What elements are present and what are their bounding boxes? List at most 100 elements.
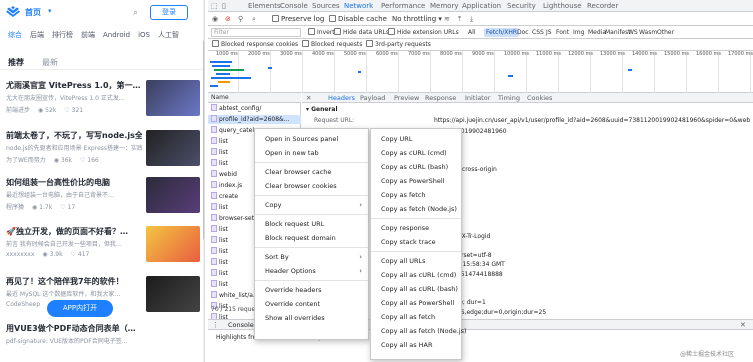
article-card[interactable]: 前端太卷了，不玩了，写写node.js全栈涨工资，赶… node.js的先驱者和应… xyxy=(6,130,202,180)
menu2-item[interactable]: Copy as cURL (bash) xyxy=(371,160,461,174)
request-row[interactable]: profile_id?aid=2608&... xyxy=(208,115,301,124)
filter-type-doc[interactable]: Doc xyxy=(515,28,531,37)
article-thumbnail[interactable] xyxy=(146,130,200,166)
category-tab[interactable]: 排行榜 xyxy=(52,30,73,40)
menu1-item[interactable]: Sort By xyxy=(255,250,368,264)
menu2-item[interactable]: Copy all as fetch xyxy=(371,310,461,324)
tab-initiator[interactable]: Initiator xyxy=(465,94,490,102)
category-tab[interactable]: 前端 xyxy=(81,30,95,40)
category-tab[interactable]: 人工智 xyxy=(158,30,179,40)
menu1-item[interactable]: Block request domain xyxy=(255,231,368,245)
article-thumbnail[interactable] xyxy=(146,80,200,116)
article-thumbnail[interactable] xyxy=(146,276,200,312)
menu1-item[interactable]: Override content xyxy=(255,297,368,311)
third-party-checkbox[interactable]: 3rd-party requests xyxy=(366,40,431,48)
wifi-icon[interactable]: ≋ xyxy=(444,15,450,23)
menu1-item[interactable]: Clear browser cookies xyxy=(255,179,368,193)
tab-performance[interactable]: Performance xyxy=(381,2,425,10)
menu2-item[interactable]: Copy all as PowerShell xyxy=(371,296,461,310)
menu1-item[interactable]: Copy xyxy=(255,198,368,212)
author-name[interactable]: xxxxxxxx xyxy=(6,251,34,258)
article-title[interactable]: 再见了！这个陪伴我7年的软件！ xyxy=(6,276,142,287)
checkbox[interactable] xyxy=(272,15,279,22)
blocked-cookies-checkbox[interactable]: Blocked response cookies xyxy=(212,40,298,48)
throttling-select[interactable]: No throttling ▾ xyxy=(392,15,442,23)
article-title[interactable]: 用VUE3做个PDF动态合同表单（… xyxy=(6,323,142,334)
filter-type-other[interactable]: Other xyxy=(655,28,676,37)
tab-cookies[interactable]: Cookies xyxy=(527,94,552,102)
filter-type-font[interactable]: Font xyxy=(554,28,571,37)
checkbox[interactable] xyxy=(302,40,309,47)
menu2-item[interactable]: Copy as PowerShell xyxy=(371,174,461,188)
category-tab[interactable]: 综合 xyxy=(8,30,22,40)
author-name[interactable]: 为了WE而努力 xyxy=(6,157,46,164)
request-row[interactable]: abtest_config/ xyxy=(208,104,301,113)
close-icon[interactable]: ✕ xyxy=(306,94,311,102)
checkbox[interactable] xyxy=(212,40,219,47)
menu1-item[interactable]: Open in Sources panel xyxy=(255,132,368,146)
tab-lighthouse[interactable]: Lighthouse xyxy=(543,2,582,10)
tab-response[interactable]: Response xyxy=(425,94,456,102)
clear-icon[interactable]: ⊘ xyxy=(225,15,231,23)
filter-input[interactable]: Filter xyxy=(211,28,301,37)
menu1-item[interactable]: Open in new tab xyxy=(255,146,368,160)
record-icon[interactable]: ◉ xyxy=(212,15,218,23)
like-icon[interactable]: ♡ xyxy=(60,204,67,211)
menu1-item[interactable]: Block request URL xyxy=(255,217,368,231)
article-title[interactable]: 🚀独立开发，做的页面不好看？… xyxy=(6,226,142,237)
author-name[interactable]: 程序猿 xyxy=(6,204,24,211)
tab-security[interactable]: Security xyxy=(507,2,536,10)
export-icon[interactable]: ⤓ xyxy=(470,15,473,24)
column-header-name[interactable]: Name xyxy=(208,93,301,103)
menu2-item[interactable]: Copy all as cURL (bash) xyxy=(371,282,461,296)
menu2-item[interactable]: Copy as fetch xyxy=(371,188,461,202)
tab-headers[interactable]: Headers xyxy=(328,94,355,102)
blocked-requests-checkbox[interactable]: Blocked requests xyxy=(302,40,362,48)
author-name[interactable]: 前端进步 xyxy=(6,107,30,114)
author-name[interactable]: CodeSheep xyxy=(6,301,40,308)
like-icon[interactable]: ♡ xyxy=(64,107,71,114)
import-icon[interactable]: ⤒ xyxy=(458,15,461,24)
menu2-item[interactable]: Copy all as HAR xyxy=(371,338,461,352)
disable-cache-checkbox[interactable]: Disable cache xyxy=(329,15,387,23)
tab-payload[interactable]: Payload xyxy=(360,94,385,102)
menu2-item[interactable]: Copy all URLs xyxy=(371,254,461,268)
article-title[interactable]: 尤雨溪官宣 VitePress 1.0，第一… xyxy=(6,80,142,91)
tab-console[interactable]: Console xyxy=(280,2,308,10)
tab-sources[interactable]: Sources xyxy=(312,2,340,10)
filter-icon[interactable]: ⚲ xyxy=(238,15,243,23)
general-section[interactable]: ▾ General xyxy=(306,106,338,113)
category-tab[interactable]: iOS xyxy=(138,31,150,39)
menu2-item[interactable]: Copy URL xyxy=(371,132,461,146)
chevron-down-icon[interactable]: ▾ xyxy=(48,7,52,15)
tab-latest[interactable]: 最新 xyxy=(42,57,58,68)
inspect-icon[interactable]: ⬚ xyxy=(211,2,218,10)
like-icon[interactable]: ♡ xyxy=(71,251,78,258)
article-thumbnail[interactable] xyxy=(146,226,200,262)
tab-application[interactable]: Application xyxy=(462,2,501,10)
invert-checkbox[interactable]: Invert xyxy=(308,28,335,36)
page-scrollbar-thumb[interactable] xyxy=(203,40,204,240)
filter-type-img[interactable]: Img xyxy=(571,28,586,37)
drawer-menu-icon[interactable]: ⋮ xyxy=(212,321,219,329)
menu2-item[interactable]: Copy stack trace xyxy=(371,235,461,249)
menu2-item[interactable]: Copy all as cURL (cmd) xyxy=(371,268,461,282)
search-icon[interactable]: ⌕ xyxy=(133,8,138,18)
juejin-logo-icon[interactable] xyxy=(6,6,20,18)
tab-recorder[interactable]: Recorder xyxy=(587,2,618,10)
preserve-log-checkbox[interactable]: Preserve log xyxy=(272,15,324,23)
menu2-item[interactable]: Copy response xyxy=(371,221,461,235)
tab-memory[interactable]: Memory xyxy=(430,2,458,10)
article-card[interactable]: 如何组装一台高性价比的电脑 最近想组装一台电脑，由于自己背景不… 程序猿 ◉ 1.7k… xyxy=(6,177,202,227)
menu2-item[interactable]: Copy all as fetch (Node.js) xyxy=(371,324,467,338)
menu1-item[interactable]: Header Options xyxy=(255,264,368,278)
category-tab[interactable]: 后端 xyxy=(30,30,44,40)
filter-type-fetch-xhr[interactable]: Fetch/XHR xyxy=(484,28,520,37)
filter-type-js[interactable]: JS xyxy=(544,28,554,37)
open-in-app-button[interactable]: APP内打开 xyxy=(47,300,113,317)
device-toolbar-icon[interactable]: ▯ xyxy=(222,2,226,10)
menu2-item[interactable]: Copy as cURL (cmd) xyxy=(371,146,461,160)
tab-preview[interactable]: Preview xyxy=(394,94,419,102)
network-overview[interactable]: 1000 ms 2000 ms 3000 ms 4000 ms 5000 ms 6000 … xyxy=(208,51,753,93)
filter-type-all[interactable]: All xyxy=(466,28,477,37)
